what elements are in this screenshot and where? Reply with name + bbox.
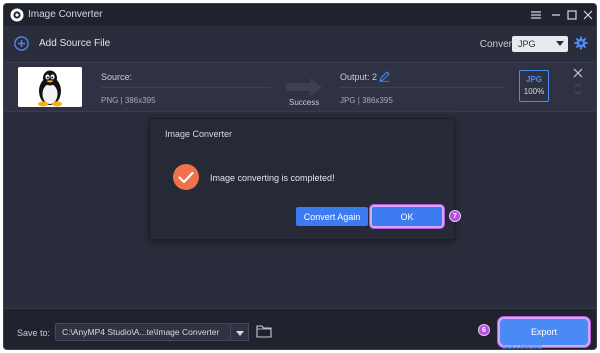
check-circle-icon [173, 164, 199, 190]
add-source-file-button[interactable]: Add Source File [14, 36, 110, 51]
close-icon[interactable] [573, 68, 583, 78]
step-badge: 7 [449, 210, 461, 222]
menu-icon [531, 11, 541, 19]
minimize-button[interactable] [548, 7, 564, 23]
app-window: Image Converter Add Source File Convert … [3, 3, 597, 350]
badge-format: JPG [525, 75, 542, 84]
maximize-button[interactable] [564, 7, 580, 23]
step-badge: 6 [478, 324, 490, 336]
ok-button[interactable]: OK [370, 205, 444, 228]
toolbar: Add Source File Convert All to: JPG [4, 26, 596, 62]
divider [101, 87, 271, 88]
badge-quality: 100% [523, 87, 545, 96]
dialog-title: Image Converter [165, 129, 233, 139]
save-path-dropdown[interactable] [231, 323, 249, 341]
convert-again-button[interactable]: Convert Again [296, 207, 368, 226]
gear-icon[interactable] [574, 36, 588, 50]
chevron-down-icon [236, 331, 244, 336]
chevron-down-icon [556, 41, 564, 46]
file-list-item: Source: PNG | 386x395 Success Output: 2 … [4, 62, 596, 112]
add-source-label: Add Source File [39, 38, 111, 49]
file-thumbnail [18, 67, 82, 107]
folder-icon[interactable] [256, 324, 272, 338]
format-select-value: JPG [518, 39, 536, 49]
chevron-up-icon[interactable] [574, 82, 582, 88]
save-path-field[interactable]: C:\AnyMP4 Studio\A...te\Image Converter [55, 323, 231, 341]
add-circle-icon [14, 36, 29, 51]
menu-button[interactable] [528, 7, 544, 23]
export-status: Succeeded [502, 342, 543, 350]
app-title: Image Converter [28, 9, 103, 20]
chevron-down-icon[interactable] [574, 90, 582, 96]
source-label: Source: [101, 72, 133, 82]
output-label: Output: 2 [340, 72, 378, 82]
title-bar: Image Converter [4, 4, 596, 26]
close-icon [583, 10, 593, 20]
pencil-icon[interactable] [379, 71, 390, 82]
conversion-status: Success [289, 98, 320, 107]
divider [340, 87, 505, 88]
maximize-icon [567, 10, 577, 20]
tux-penguin-image [18, 67, 82, 107]
save-to-label: Save to: [17, 328, 51, 338]
app-logo-icon [10, 8, 24, 22]
output-format-badge[interactable]: JPG 100% [519, 70, 549, 102]
close-window-button[interactable] [580, 7, 596, 23]
source-info: PNG | 386x395 [101, 96, 156, 105]
arrow-right-icon [286, 78, 322, 96]
convert-all-format-select[interactable]: JPG [512, 36, 568, 52]
completion-dialog: Image Converter Image converting is comp… [149, 118, 461, 240]
dialog-message: Image converting is completed! [210, 173, 335, 183]
minimize-icon [552, 14, 560, 16]
output-info: JPG | 386x395 [340, 96, 393, 105]
